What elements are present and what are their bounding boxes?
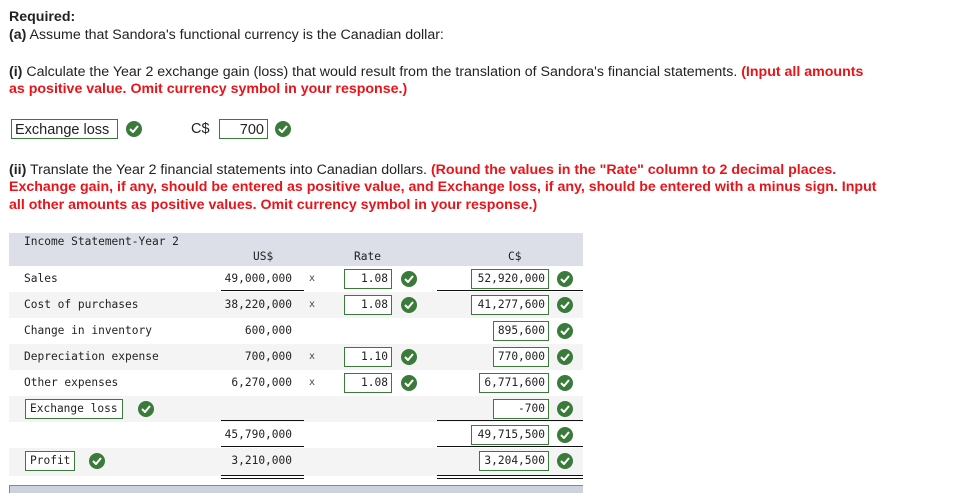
check-circle-icon (401, 349, 417, 365)
exchange-amount-input[interactable]: 700 (219, 119, 268, 139)
multiply-sign: x (309, 299, 316, 310)
check-circle-icon (557, 271, 573, 287)
check-circle-icon (138, 401, 154, 417)
check-circle-icon (557, 453, 573, 469)
check-circle-icon (557, 323, 573, 339)
check-circle-icon (557, 349, 573, 365)
total-usd-overline (221, 446, 304, 447)
profit-usd-double-underline-1 (221, 475, 304, 476)
part-ii-instruction-2: Exchange gain, if any, should be entered… (9, 179, 877, 195)
table-row: 45,790,000 49,715,500 (9, 422, 583, 448)
sales-usd-underline (221, 290, 304, 291)
row-label: Depreciation expense (24, 350, 159, 363)
table-row: Sales 49,000,000 x 1.08 52,920,000 (9, 266, 583, 292)
row-label: Other expenses (24, 376, 119, 389)
row-label: Cost of purchases (24, 298, 139, 311)
usd-value: 3,210,000 (231, 454, 292, 467)
part-ii-body: Translate the Year 2 financial statement… (26, 162, 431, 178)
profit-cad-double-underline-2 (437, 478, 583, 479)
exchange-type-select[interactable]: Exchange loss (11, 119, 118, 139)
check-circle-icon (557, 427, 573, 443)
rate-input[interactable]: 1.08 (344, 295, 392, 315)
cad-value-input[interactable]: 41,277,600 (471, 295, 549, 315)
cad-value-input[interactable]: -700 (493, 399, 549, 419)
row-label-select[interactable]: Exchange loss (25, 399, 123, 419)
profit-cad-double-underline-1 (437, 475, 583, 476)
part-ii-instruction-3: all other amounts as positive values. Om… (9, 197, 538, 213)
part-a-prefix: (a) (9, 27, 27, 43)
check-circle-icon (275, 121, 291, 137)
part-i-body: Calculate the Year 2 exchange gain (loss… (22, 64, 742, 80)
table-row: Depreciation expense 700,000 x 1.10 770,000 (9, 344, 583, 370)
cad-value-input[interactable]: 6,771,600 (479, 373, 549, 393)
total-cad-overline (437, 446, 583, 447)
cad-value-input[interactable]: 770,000 (493, 347, 549, 367)
table-row: Profit 3,210,000 3,204,500 (9, 448, 583, 476)
part-ii-instruction-1: (Round the values in the "Rate" column t… (430, 162, 837, 178)
rate-input[interactable]: 1.08 (344, 269, 392, 289)
multiply-sign: x (309, 273, 316, 284)
part-i-text: (i) Calculate the Year 2 exchange gain (… (9, 63, 863, 81)
table-row: Cost of purchases 38,220,000 x 1.08 41,277,6… (9, 292, 583, 318)
table-title: Income Statement-Year 2 (24, 235, 179, 248)
cad-value-input[interactable]: 895,600 (493, 321, 549, 341)
table-header: Income Statement-Year 2 US$ Rate C$ (9, 233, 583, 266)
rate-input[interactable]: 1.10 (344, 347, 392, 367)
usd-value: 600,000 (244, 324, 292, 337)
row-label: Change in inventory (24, 324, 152, 337)
part-i-prefix: (i) (9, 64, 23, 80)
part-a-body: Assume that Sandora's functional currenc… (26, 27, 444, 43)
row-label: Sales (24, 272, 58, 285)
usd-value: 700,000 (244, 350, 292, 363)
cad-value-input[interactable]: 52,920,000 (471, 269, 549, 289)
table-row: Change in inventory 600,000 895,600 (9, 318, 583, 344)
currency-label: C$ (191, 121, 210, 137)
usd-value: 6,270,000 (231, 376, 292, 389)
check-circle-icon (557, 375, 573, 391)
table-row: Other expenses 6,270,000 x 1.08 6,771,600 (9, 370, 583, 396)
check-circle-icon (557, 401, 573, 417)
part-ii-prefix: (ii) (9, 162, 27, 178)
check-circle-icon (126, 121, 142, 137)
usd-value: 38,220,000 (224, 298, 292, 311)
check-circle-icon (89, 453, 105, 469)
subtotal-usd-overline (221, 420, 304, 421)
col-header-usd: US$ (253, 250, 274, 263)
rate-input[interactable]: 1.08 (344, 373, 392, 393)
profit-usd-double-underline-2 (221, 478, 304, 479)
sales-cad-underline (437, 290, 583, 291)
check-circle-icon (401, 297, 417, 313)
subtotal-cad-overline (437, 420, 583, 421)
cad-value-input[interactable]: 49,715,500 (471, 425, 549, 445)
part-i-instruction-1: (Input all amounts (741, 64, 864, 80)
usd-value: 45,790,000 (224, 428, 292, 441)
check-circle-icon (557, 297, 573, 313)
required-heading: Required: (9, 9, 76, 25)
col-header-rate: Rate (354, 250, 381, 263)
part-a-text: (a) Assume that Sandora's functional cur… (9, 26, 444, 44)
row-label-select[interactable]: Profit (25, 451, 76, 471)
check-circle-icon (401, 375, 417, 391)
part-ii-text: (ii) Translate the Year 2 financial stat… (9, 161, 836, 179)
multiply-sign: x (309, 377, 316, 388)
part-i-instruction-2: as positive value. Omit currency symbol … (9, 81, 408, 97)
col-header-cad: C$ (508, 250, 522, 263)
usd-value: 49,000,000 (224, 272, 292, 285)
cad-value-input[interactable]: 3,204,500 (479, 451, 549, 471)
table-row: Exchange loss -700 (9, 396, 583, 422)
check-circle-icon (401, 271, 417, 287)
multiply-sign: x (309, 351, 316, 362)
table-footer-scrollbar[interactable] (9, 485, 583, 493)
